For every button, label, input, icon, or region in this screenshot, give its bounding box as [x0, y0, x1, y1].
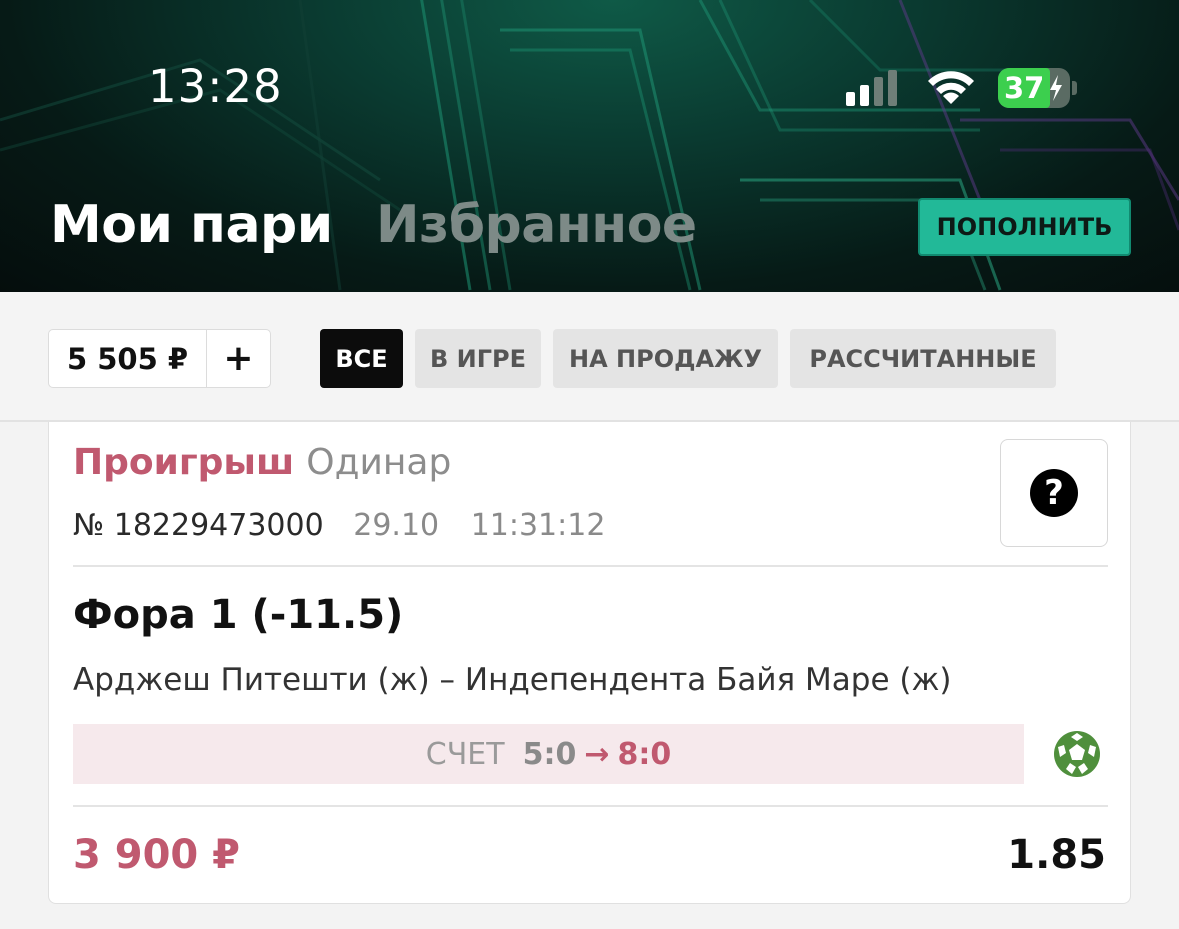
- charging-bolt-icon: [1050, 75, 1062, 101]
- arrow-right-icon: →: [584, 736, 610, 772]
- bet-type: Одинар: [306, 442, 452, 483]
- battery-charging-icon: 37: [998, 68, 1077, 108]
- filter-chip-for-sale[interactable]: НА ПРОДАЖУ: [553, 329, 778, 388]
- deposit-button[interactable]: ПОПОЛНИТЬ: [918, 198, 1131, 256]
- bet-market: Фора 1 (-11.5): [73, 592, 404, 638]
- score-label: СЧЕТ: [425, 736, 505, 772]
- question-icon: ?: [1030, 469, 1078, 517]
- status-time: 13:28: [148, 60, 283, 113]
- balance-widget: 5 505 ₽ +: [48, 329, 271, 388]
- cellular-signal-icon: [846, 70, 897, 106]
- bet-odds: 1.85: [1007, 832, 1106, 878]
- filter-bar: 5 505 ₽ + ВСЕ В ИГРЕ НА ПРОДАЖУ РАССЧИТА…: [0, 292, 1179, 422]
- bet-card[interactable]: Проигрыш Одинар № 18229473000 29.10 11:31…: [48, 422, 1131, 904]
- tab-favorites[interactable]: Избранное: [376, 195, 697, 255]
- balance-amount[interactable]: 5 505 ₽: [49, 330, 207, 387]
- bet-event[interactable]: Арджеш Питешти (ж) – Индепендента Байя М…: [73, 662, 952, 698]
- divider: [73, 565, 1108, 567]
- bet-stake: 3 900 ₽: [73, 832, 241, 878]
- bet-meta: № 18229473000 29.10 11:31:12: [73, 508, 605, 543]
- bet-status-line: Проигрыш Одинар: [73, 442, 451, 483]
- app-header: 13:28 37 Мои пари Избранное ПОПОЛНИТЬ: [0, 0, 1179, 292]
- score-bar: СЧЕТ 5:0 → 8:0: [73, 724, 1024, 784]
- add-funds-button[interactable]: +: [207, 330, 270, 387]
- bet-number: № 18229473000: [73, 508, 324, 543]
- bet-time: 11:31:12: [470, 508, 606, 543]
- filter-chip-all[interactable]: ВСЕ: [320, 329, 403, 388]
- filter-chip-live[interactable]: В ИГРЕ: [415, 329, 541, 388]
- tab-my-bets[interactable]: Мои пари: [50, 195, 333, 255]
- filter-chip-settled[interactable]: РАССЧИТАННЫЕ: [790, 329, 1056, 388]
- bet-date: 29.10: [353, 508, 440, 543]
- wifi-icon: [928, 71, 974, 104]
- score-to: 8:0: [617, 736, 672, 772]
- divider: [73, 805, 1108, 807]
- football-icon: [1054, 731, 1100, 777]
- bet-result: Проигрыш: [73, 442, 295, 483]
- score-from: 5:0: [522, 736, 577, 772]
- battery-level: 37: [1004, 71, 1045, 105]
- help-button[interactable]: ?: [1000, 439, 1108, 547]
